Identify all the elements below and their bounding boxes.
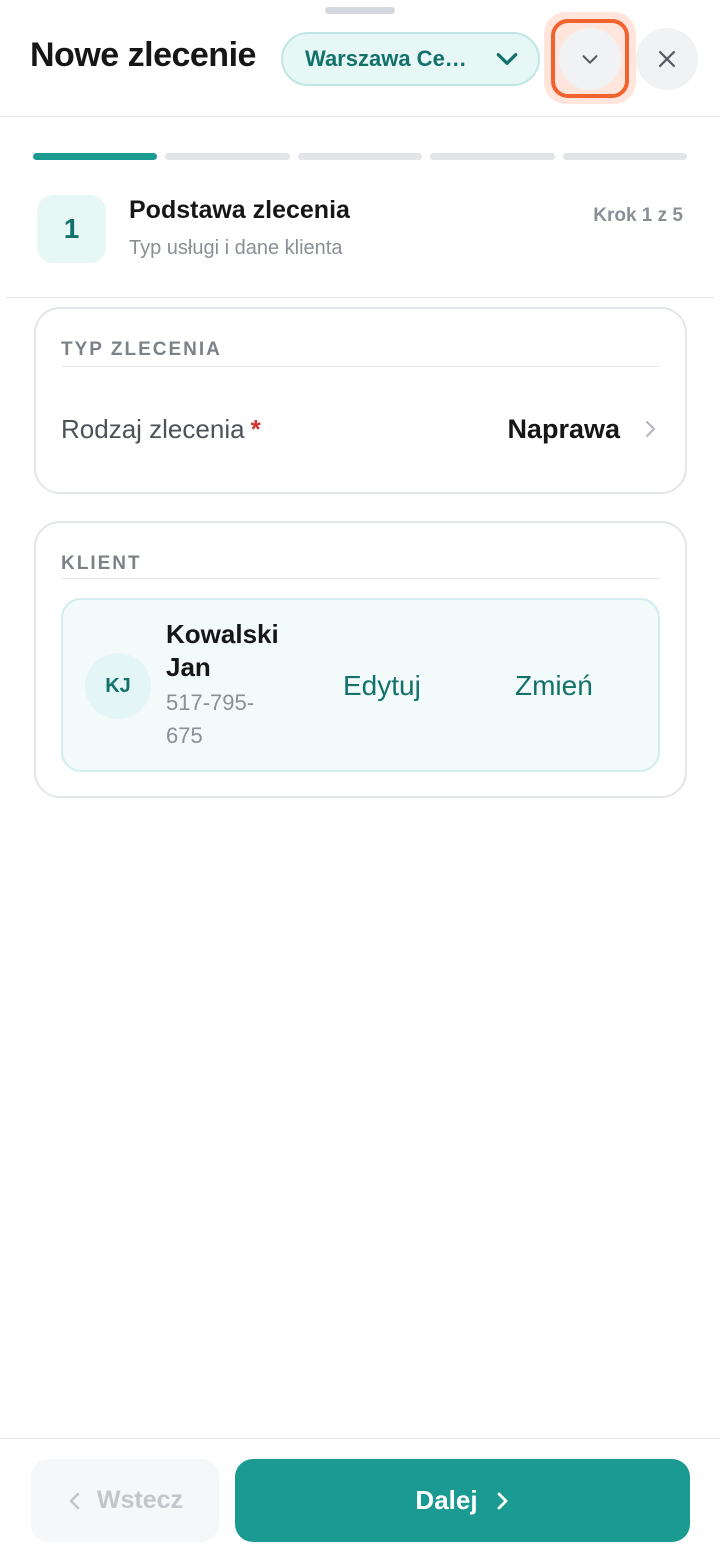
- close-icon: [658, 50, 676, 68]
- chevron-right-icon: [645, 420, 656, 438]
- client-name: Kowalski Jan: [166, 619, 279, 682]
- step-progress-bar: [33, 153, 688, 161]
- focus-ring: [551, 19, 629, 98]
- avatar: KJ: [85, 653, 151, 719]
- close-button[interactable]: [636, 28, 698, 90]
- new-order-sheet: Nowe zlecenie Warszawa Ce… 1 Podstawa zl…: [0, 0, 720, 1561]
- divider: [61, 366, 660, 367]
- branch-selector-label: Warszawa Ce…: [305, 46, 467, 71]
- section-heading: TYP ZLECENIA: [61, 339, 222, 360]
- progress-segment-4: [430, 153, 555, 160]
- order-type-card: TYP ZLECENIA Rodzaj zlecenia * Naprawa: [34, 307, 687, 494]
- step-subtitle: Typ usługi i dane klienta: [129, 237, 343, 259]
- chevron-right-icon: [497, 1492, 507, 1509]
- divider: [61, 578, 660, 579]
- chevron-down-icon: [496, 53, 518, 65]
- chevron-left-icon: [69, 1492, 80, 1509]
- progress-segment-2: [165, 153, 290, 160]
- edit-client-button[interactable]: Edytuj: [343, 670, 421, 702]
- required-marker: *: [250, 413, 261, 444]
- order-type-value: Naprawa: [507, 413, 620, 444]
- progress-segment-5: [562, 153, 688, 160]
- sheet-header: Nowe zlecenie Warszawa Ce…: [0, 0, 720, 117]
- section-heading: KLIENT: [61, 553, 142, 574]
- next-button[interactable]: Dalej: [235, 1459, 690, 1542]
- page-title: Nowe zlecenie: [30, 36, 256, 74]
- order-type-field[interactable]: Rodzaj zlecenia * Naprawa: [61, 399, 660, 459]
- progress-segment-1: [33, 153, 158, 160]
- step-title: Podstawa zlecenia: [129, 196, 350, 224]
- back-button[interactable]: Wstecz: [31, 1459, 219, 1542]
- divider: [5, 297, 715, 298]
- client-card: KLIENT KJ Kowalski Jan 517-795-675 Edytu…: [34, 521, 687, 798]
- order-type-label-text: Rodzaj zlecenia: [61, 413, 245, 444]
- progress-segment-3: [297, 153, 423, 160]
- footer-divider: [0, 1438, 720, 1439]
- client-phone: 517-795-675: [166, 690, 255, 748]
- step-counter: Krok 1 z 5: [593, 205, 683, 226]
- branch-selector[interactable]: Warszawa Ce…: [281, 32, 540, 86]
- change-client-button[interactable]: Zmień: [515, 670, 593, 702]
- next-button-label: Dalej: [415, 1485, 478, 1515]
- step-number-badge: 1: [37, 195, 106, 263]
- back-button-label: Wstecz: [96, 1486, 184, 1514]
- order-type-label: Rodzaj zlecenia *: [61, 414, 507, 445]
- selected-client: KJ Kowalski Jan 517-795-675 Edytuj Zmień: [61, 598, 660, 772]
